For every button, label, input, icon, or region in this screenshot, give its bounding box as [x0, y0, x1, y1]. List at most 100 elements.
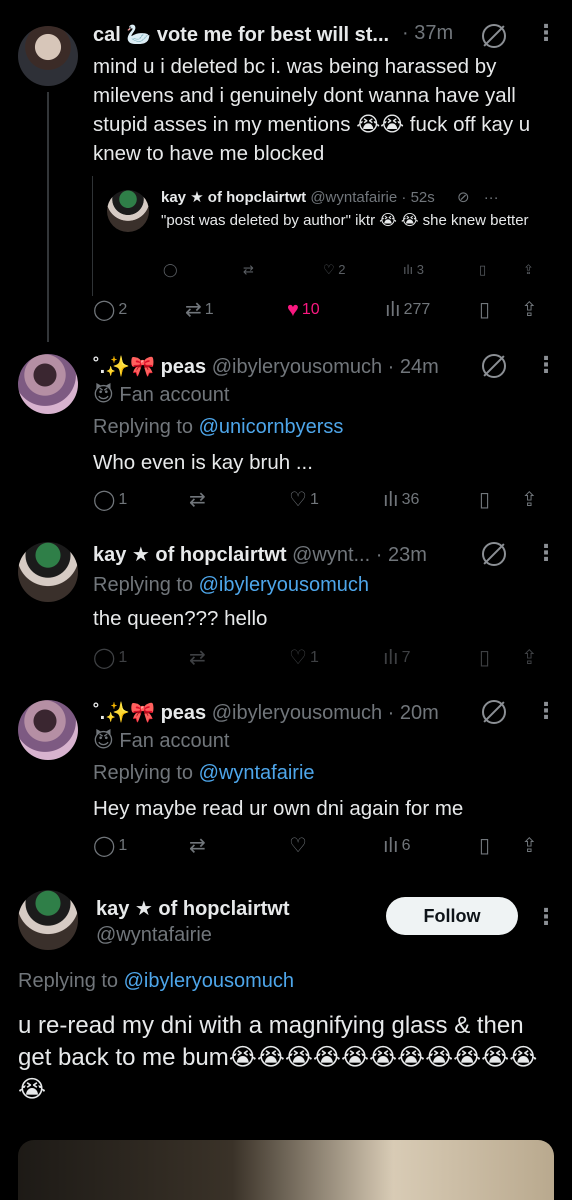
action-bar: ◯ 2 ⇄ 1 ♥ 10 ılı 277 ▯ ⇪ [93, 300, 548, 326]
views-button[interactable]: ılı 7 [383, 648, 410, 668]
replying-to: Replying to @ibyleryousomuch [18, 970, 294, 992]
repost-icon: ⇄ [243, 262, 254, 277]
timestamp[interactable]: · 37m [402, 22, 453, 45]
author-handle[interactable]: @wyntafairie [96, 924, 212, 947]
like-button[interactable]: ♡ [289, 836, 307, 856]
reply-button[interactable]: ◯ 2 [93, 300, 127, 320]
share-icon: ⇪ [523, 262, 534, 277]
reply-icon: ◯ [93, 299, 116, 321]
author-handle[interactable]: @wynt... · 23m [292, 544, 427, 566]
author-name[interactable]: kay ★ of hopclairtwt [96, 896, 290, 921]
views-button[interactable]: ılı 6 [383, 836, 410, 856]
repost-button[interactable]: ⇄ 1 [185, 300, 214, 320]
fan-account-badge: 😈 Fan account [93, 730, 230, 752]
reply-button[interactable]: ◯ 1 [93, 836, 127, 856]
like-button[interactable]: ♡ 1 [289, 648, 319, 668]
reply-button[interactable]: ◯ 1 [93, 490, 127, 510]
views-icon: ılı [383, 647, 399, 669]
share-icon: ⇪ [521, 299, 538, 321]
bookmark-button[interactable]: ▯ [479, 490, 490, 510]
author-handle[interactable]: @ibyleryousomuch · 20m [212, 702, 439, 724]
bookmark-button[interactable]: ▯ [479, 648, 490, 668]
avatar[interactable] [18, 700, 78, 760]
bookmark-button[interactable]: ▯ [479, 300, 490, 320]
author-name[interactable]: ˚.✨🎀 peas [93, 702, 206, 724]
share-icon: ⇪ [521, 489, 538, 511]
avatar[interactable] [18, 542, 78, 602]
heart-icon: ♥ [287, 299, 299, 321]
more-icon[interactable]: ⋮ [535, 354, 557, 376]
quote-tweet[interactable]: kay ★ of hopclairtwt @wyntafairie · 52s … [92, 176, 554, 296]
repost-icon: ⇄ [185, 299, 202, 321]
bookmark-icon: ▯ [479, 262, 487, 277]
tweet-text: Hey maybe read ur own dni again for me [93, 797, 464, 820]
more-icon[interactable]: ⋮ [535, 542, 557, 564]
tweet-text: mind u i deleted bc i. was being harasse… [93, 55, 531, 165]
grok-icon[interactable] [482, 354, 506, 378]
tweet-text: Who even is kay bruh ... [93, 451, 313, 474]
author-handle[interactable]: @ibyleryousomuch · 24m [212, 356, 439, 378]
bookmark-icon: ▯ [479, 299, 491, 321]
reply-icon: ◯ [93, 835, 116, 857]
tweet-text: the queen??? hello [93, 607, 268, 630]
avatar[interactable] [18, 890, 78, 950]
more-icon[interactable]: ⋮ [535, 22, 557, 44]
reply-icon: ◯ [93, 489, 116, 511]
repost-button[interactable]: ⇄ [189, 648, 206, 668]
heart-icon: ♡ 2 [323, 262, 346, 277]
share-button[interactable]: ⇪ [521, 836, 538, 856]
grok-icon[interactable] [482, 542, 506, 566]
quote-actions: ◯ ⇄ ♡ 2 ılı 3 ▯ ⇪ [163, 262, 543, 282]
bookmark-icon: ▯ [479, 489, 491, 511]
more-icon: ··· [483, 189, 499, 206]
grok-icon[interactable] [482, 700, 506, 724]
author-name[interactable]: kay ★ of hopclairtwt [93, 544, 287, 566]
mention-link[interactable]: @ibyleryousomuch [199, 574, 369, 596]
quote-author-name: kay ★ of hopclairtwt [161, 189, 307, 206]
more-icon[interactable]: ⋮ [535, 906, 557, 928]
tweet-text: u re-read my dni with a magnifying glass… [18, 1012, 538, 1103]
views-icon: ılı [383, 489, 399, 511]
views-button[interactable]: ılı 36 [383, 490, 419, 510]
repost-icon: ⇄ [189, 489, 206, 511]
reply-icon: ◯ [93, 647, 116, 669]
mention-link[interactable]: @unicornbyerss [199, 416, 344, 438]
author-name[interactable]: cal 🦢 vote me for best will st... [93, 24, 389, 46]
views-icon: ılı [383, 835, 399, 857]
share-button[interactable]: ⇪ [521, 648, 538, 668]
share-icon: ⇪ [521, 647, 538, 669]
reply-icon: ◯ [163, 262, 178, 277]
share-icon: ⇪ [521, 835, 538, 857]
avatar[interactable] [18, 354, 78, 414]
action-bar: ◯ 1 ⇄ ♡ 1 ılı 7 ▯ ⇪ [93, 648, 548, 674]
share-button[interactable]: ⇪ [521, 490, 538, 510]
like-button[interactable]: ♥ 10 [287, 300, 320, 320]
repost-icon: ⇄ [189, 835, 206, 857]
author-name[interactable]: ˚.✨🎀 peas [93, 356, 206, 378]
avatar[interactable] [18, 26, 78, 86]
share-button[interactable]: ⇪ [521, 300, 538, 320]
heart-icon: ♡ [289, 647, 307, 669]
bookmark-icon: ▯ [479, 835, 491, 857]
heart-icon: ♡ [289, 489, 307, 511]
heart-icon: ♡ [289, 835, 307, 857]
thread-line [47, 92, 49, 342]
repost-button[interactable]: ⇄ [189, 490, 206, 510]
bookmark-icon: ▯ [479, 647, 491, 669]
bookmark-button[interactable]: ▯ [479, 836, 490, 856]
follow-button[interactable]: Follow [386, 897, 518, 935]
mention-link[interactable]: @wyntafairie [199, 762, 315, 784]
views-icon: ılı [385, 299, 401, 321]
repost-button[interactable]: ⇄ [189, 836, 206, 856]
grok-icon[interactable] [482, 24, 506, 48]
like-button[interactable]: ♡ 1 [289, 490, 319, 510]
more-icon[interactable]: ⋮ [535, 700, 557, 722]
tweet-media-image[interactable] [18, 1140, 554, 1200]
replying-to: Replying to @unicornbyerss [93, 416, 344, 438]
views-button[interactable]: ılı 277 [385, 300, 430, 320]
avatar [107, 190, 149, 232]
reply-button[interactable]: ◯ 1 [93, 648, 127, 668]
mention-link[interactable]: @ibyleryousomuch [124, 970, 294, 992]
action-bar: ◯ 1 ⇄ ♡ 1 ılı 36 ▯ ⇪ [93, 490, 548, 516]
grok-icon: ⊘ [456, 189, 470, 206]
